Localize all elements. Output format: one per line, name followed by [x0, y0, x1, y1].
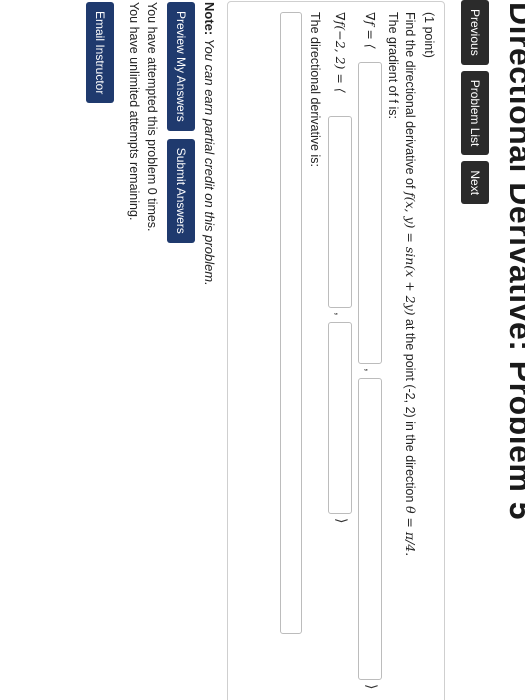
gradient-separator: , — [363, 368, 378, 372]
gradient-point-x-input[interactable] — [328, 116, 352, 308]
function-expression: f(x, y) = sin(x + 2y) — [403, 191, 418, 316]
gradient-y-input[interactable] — [358, 378, 382, 680]
gradient-point-y-input[interactable] — [328, 322, 352, 514]
preview-answers-button[interactable]: Preview My Answers — [167, 2, 195, 131]
partial-credit-note: Note: You can earn partial credit on thi… — [202, 2, 217, 286]
directional-prompt: The directional derivative is: — [308, 12, 322, 167]
remaining-attempts-status: You have unlimited attempts remaining. — [127, 2, 141, 221]
gradient-close-bracket: ⟩ — [364, 684, 380, 690]
at-point-text: at the point (-2, 2) in the direction — [403, 319, 417, 503]
gradient-label: ∇f = ⟨ — [363, 12, 378, 49]
problem-statement: Find the directional derivative of f(x, … — [403, 12, 418, 556]
page-title: Directional Derivative: Problem 5 — [503, 2, 525, 520]
note-text: You can earn partial credit on this prob… — [202, 38, 217, 286]
problem-navigation: Previous Problem List Next — [461, 0, 489, 205]
attempts-status: You have attempted this problem 0 times. — [145, 2, 159, 232]
webwork-page: Directional Derivative: Problem 5 Previo… — [0, 0, 525, 700]
problem-points: (1 point) — [422, 12, 436, 58]
photo-stage: Directional Derivative: Problem 5 Previo… — [0, 0, 525, 700]
directional-derivative-input[interactable] — [280, 12, 302, 634]
gradient-x-input[interactable] — [358, 62, 382, 364]
gradient-prompt: The gradient of f is: — [386, 12, 400, 120]
gradient-at-point-label: ∇f(−2, 2) = ⟨ — [333, 12, 348, 93]
problem-list-button[interactable]: Problem List — [461, 70, 489, 156]
prompt-text: Find the directional derivative of — [403, 12, 417, 189]
next-button[interactable]: Next — [461, 161, 489, 205]
direction-angle: θ = π/4. — [403, 505, 418, 557]
email-instructor-button[interactable]: Email Instructor — [86, 2, 114, 104]
email-instructor-area: Email Instructor — [86, 2, 114, 104]
note-label: Note: — [202, 2, 217, 36]
previous-button[interactable]: Previous — [461, 0, 489, 65]
gradient-point-close-bracket: ⟩ — [334, 518, 350, 524]
gradient-point-separator: , — [333, 312, 348, 316]
problem-box: (1 point) Find the directional derivativ… — [227, 1, 445, 700]
submit-answers-button[interactable]: Submit Answers — [167, 138, 195, 243]
answer-actions: Preview My Answers Submit Answers — [167, 2, 195, 243]
